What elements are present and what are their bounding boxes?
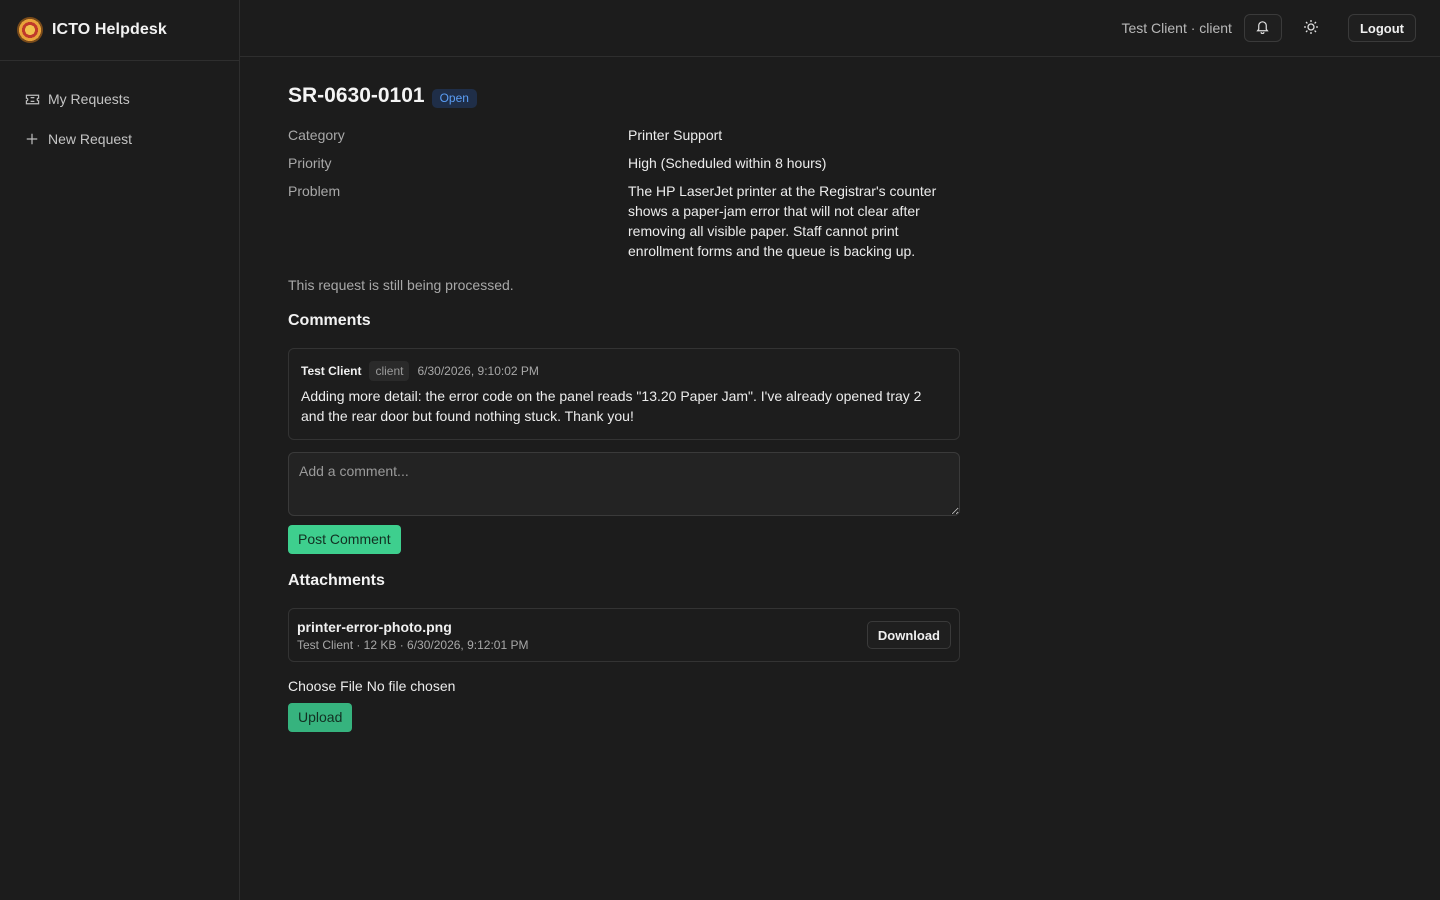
- app-name: ICTO Helpdesk: [52, 21, 167, 38]
- logout-button[interactable]: Logout: [1347, 14, 1416, 42]
- attachments-heading: Attachments: [288, 572, 385, 589]
- comment-item: Test Client client 6/30/2026, 9:10:02 PM…: [288, 348, 960, 440]
- detail-label: Problem: [288, 183, 341, 199]
- notifications-button[interactable]: [1243, 14, 1282, 42]
- comment-author: Test Client: [301, 364, 362, 378]
- detail-value: High (Scheduled within 8 hours): [628, 155, 827, 171]
- status-badge: Open: [431, 88, 477, 108]
- download-button[interactable]: Download: [866, 621, 951, 649]
- sidebar-item-my-requests[interactable]: My Requests: [0, 79, 239, 119]
- ticket-icon: [24, 91, 40, 107]
- upload-button[interactable]: Upload: [288, 703, 353, 732]
- title-row: SR-0630-0101 Open: [288, 80, 960, 112]
- brand[interactable]: ICTO Helpdesk: [0, 0, 239, 61]
- post-comment-button[interactable]: Post Comment: [288, 525, 401, 554]
- file-status: No file chosen: [366, 678, 456, 694]
- attachment-info: printer-error-photo.png Test Client · 12…: [297, 618, 528, 653]
- detail-row-category: Category Printer Support: [288, 125, 960, 145]
- sidebar-nav: My Requests New Request: [0, 61, 239, 159]
- request-details: Category Printer Support Priority High (…: [288, 125, 960, 261]
- sidebar-item-label: New Request: [48, 131, 133, 147]
- comments-heading: Comments: [288, 312, 371, 329]
- file-input[interactable]: Choose File No file chosen: [288, 676, 960, 696]
- university-seal-logo: [17, 17, 43, 43]
- processing-note: This request is still being processed.: [288, 277, 514, 293]
- page-title: SR-0630-0101: [288, 84, 425, 107]
- choose-file-button[interactable]: Choose File: [288, 676, 363, 696]
- sidebar: ICTO Helpdesk My Requests New Request: [0, 0, 240, 900]
- request-detail: SR-0630-0101 Open Category Printer Suppo…: [288, 80, 960, 732]
- comment-input[interactable]: [288, 452, 960, 516]
- sun-icon: [1303, 19, 1319, 38]
- attachment-name: printer-error-photo.png: [297, 618, 452, 635]
- bell-icon: [1255, 19, 1270, 37]
- sidebar-item-label: My Requests: [48, 91, 130, 107]
- detail-value: Printer Support: [628, 127, 723, 143]
- theme-toggle-button[interactable]: [1292, 14, 1330, 42]
- top-bar: Test Client · client Logout: [240, 0, 1440, 57]
- sidebar-item-new-request[interactable]: New Request: [0, 119, 239, 159]
- detail-label: Category: [288, 127, 345, 143]
- comment-body: Adding more detail: the error code on th…: [301, 388, 922, 424]
- detail-row-priority: Priority High (Scheduled within 8 hours): [288, 153, 960, 173]
- detail-value: The HP LaserJet printer at the Registrar…: [628, 183, 937, 259]
- detail-row-problem: Problem The HP LaserJet printer at the R…: [288, 181, 960, 261]
- role-badge: client: [369, 361, 410, 381]
- attachment-meta: Test Client · 12 KB · 6/30/2026, 9:12:01…: [297, 637, 529, 652]
- comment-meta: Test Client client 6/30/2026, 9:10:02 PM: [301, 361, 947, 381]
- user-label: Test Client · client: [1121, 20, 1232, 36]
- attachment-item: printer-error-photo.png Test Client · 12…: [288, 608, 960, 662]
- plus-icon: [24, 131, 40, 147]
- detail-label: Priority: [288, 155, 332, 171]
- comment-timestamp: 6/30/2026, 9:10:02 PM: [417, 364, 539, 378]
